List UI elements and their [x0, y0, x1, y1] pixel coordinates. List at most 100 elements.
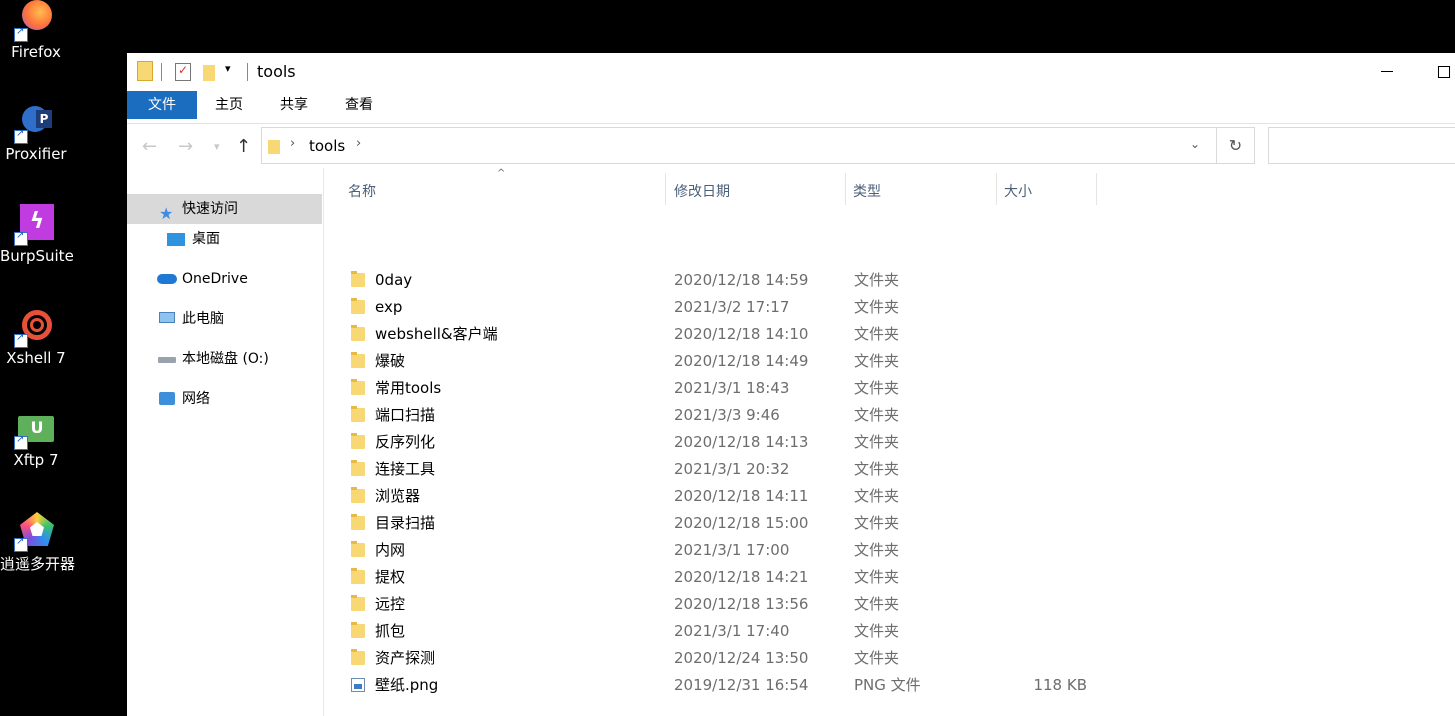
- xshell-icon: [14, 306, 56, 348]
- refresh-button[interactable]: ↻: [1216, 127, 1255, 164]
- file-type: 文件夹: [854, 298, 900, 316]
- explorer-window: ✓ ▾ tools 文件 主页 共享 查看 ← → ▾ ↑ › tools › …: [127, 53, 1455, 716]
- desktop-label-proxifier: Proxifier: [5, 145, 67, 163]
- nav-item-onedrive[interactable]: OneDrive: [127, 264, 322, 294]
- breadcrumb-tools[interactable]: tools: [309, 137, 345, 155]
- file-row[interactable]: 资产探测 2020/12/24 13:50 文件夹: [348, 645, 1098, 672]
- back-arrow-icon[interactable]: ←: [142, 136, 157, 157]
- nav-item-this-pc[interactable]: 此电脑: [127, 304, 322, 334]
- nav-item-network[interactable]: 网络: [127, 384, 322, 414]
- folder-icon: [351, 271, 365, 287]
- folder-icon: [351, 433, 365, 449]
- file-type: 文件夹: [854, 568, 900, 586]
- file-row[interactable]: 端口扫描 2021/3/3 9:46 文件夹: [348, 402, 1098, 429]
- file-row[interactable]: 远控 2020/12/18 13:56 文件夹: [348, 591, 1098, 618]
- divider: [161, 63, 162, 81]
- file-date: 2020/12/18 14:21: [674, 568, 809, 586]
- folder-icon: [351, 352, 365, 368]
- maximize-button[interactable]: [1434, 61, 1454, 81]
- file-date: 2020/12/18 15:00: [674, 514, 809, 532]
- file-type: 文件夹: [854, 325, 900, 343]
- file-name: 壁纸.png: [375, 676, 439, 694]
- breadcrumb-separator-icon[interactable]: ›: [356, 136, 361, 151]
- recent-locations-chevron-icon[interactable]: ▾: [214, 140, 220, 153]
- column-header-type[interactable]: 类型: [853, 181, 881, 201]
- nav-item-label: 本地磁盘 (O:): [182, 351, 269, 367]
- file-date: 2020/12/18 14:11: [674, 487, 809, 505]
- up-arrow-icon[interactable]: ↑: [236, 136, 251, 157]
- desktop-shortcut-xiaoyao[interactable]: 逍遥多开器: [0, 510, 75, 574]
- file-date: 2021/3/2 17:17: [674, 298, 790, 316]
- folder-icon: [351, 649, 365, 665]
- nav-item-desktop[interactable]: 桌面: [127, 224, 322, 254]
- file-name: 目录扫描: [375, 514, 436, 532]
- quick-access-dropdown-icon[interactable]: ▾: [225, 62, 231, 84]
- file-date: 2020/12/18 14:59: [674, 271, 809, 289]
- file-type: 文件夹: [854, 460, 900, 478]
- file-type: 文件夹: [854, 352, 900, 370]
- desktop-shortcut-firefox[interactable]: Firefox: [0, 0, 72, 61]
- desktop-label-firefox: Firefox: [11, 43, 61, 61]
- desktop-shortcut-xshell[interactable]: Xshell 7: [0, 306, 72, 367]
- desktop-label-xftp: Xftp 7: [13, 451, 59, 469]
- nav-item-local-disk[interactable]: 本地磁盘 (O:): [127, 344, 322, 374]
- divider: [247, 63, 248, 81]
- column-divider[interactable]: [996, 173, 997, 205]
- properties-icon[interactable]: ✓: [175, 63, 191, 81]
- file-row[interactable]: 反序列化 2020/12/18 14:13 文件夹: [348, 429, 1098, 456]
- file-name: 资产探测: [375, 649, 436, 667]
- proxifier-icon: P: [14, 102, 56, 144]
- desktop-shortcut-xftp[interactable]: U Xftp 7: [0, 408, 72, 469]
- search-input[interactable]: [1268, 127, 1455, 164]
- minimize-button[interactable]: [1377, 61, 1397, 81]
- file-name: 常用tools: [375, 379, 442, 397]
- new-folder-icon[interactable]: [203, 65, 215, 81]
- file-type: 文件夹: [854, 406, 900, 424]
- file-row[interactable]: 目录扫描 2020/12/18 15:00 文件夹: [348, 510, 1098, 537]
- title-bar[interactable]: ✓ ▾ tools: [127, 53, 1455, 91]
- tab-home[interactable]: 主页: [207, 91, 251, 119]
- file-name: 0day: [375, 271, 413, 289]
- file-name: 端口扫描: [375, 406, 436, 424]
- desktop-shortcut-proxifier[interactable]: P Proxifier: [0, 102, 72, 163]
- desktop-shortcut-burpsuite[interactable]: ϟ BurpSuite: [0, 204, 74, 265]
- folder-icon: [137, 61, 153, 81]
- file-size: 118 KB: [1033, 676, 1087, 694]
- file-row[interactable]: 壁纸.png 2019/12/31 16:54 PNG 文件 118 KB: [348, 672, 1098, 699]
- breadcrumb-separator-icon[interactable]: ›: [290, 136, 295, 151]
- file-row[interactable]: 抓包 2021/3/1 17:40 文件夹: [348, 618, 1098, 645]
- file-row[interactable]: 连接工具 2021/3/1 20:32 文件夹: [348, 456, 1098, 483]
- file-date: 2020/12/24 13:50: [674, 649, 809, 667]
- sort-ascending-icon: ^: [497, 168, 506, 179]
- file-type: 文件夹: [854, 433, 900, 451]
- address-bar[interactable]: › tools › ⌄: [261, 127, 1217, 164]
- file-row[interactable]: 提权 2020/12/18 14:21 文件夹: [348, 564, 1098, 591]
- file-row[interactable]: 常用tools 2021/3/1 18:43 文件夹: [348, 375, 1098, 402]
- file-date: 2020/12/18 13:56: [674, 595, 809, 613]
- file-row[interactable]: 0day 2020/12/18 14:59 文件夹: [348, 267, 1098, 294]
- tab-view[interactable]: 查看: [337, 91, 381, 119]
- column-header-date[interactable]: 修改日期: [674, 181, 730, 201]
- desktop-label-burpsuite: BurpSuite: [0, 247, 74, 265]
- file-row[interactable]: 浏览器 2020/12/18 14:11 文件夹: [348, 483, 1098, 510]
- nav-item-quick-access[interactable]: ★ 快速访问: [127, 194, 322, 224]
- forward-arrow-icon[interactable]: →: [178, 136, 193, 157]
- nav-item-label: 此电脑: [182, 311, 224, 327]
- file-name: 提权: [375, 568, 406, 586]
- file-row[interactable]: webshell&客户端 2020/12/18 14:10 文件夹: [348, 321, 1098, 348]
- file-row[interactable]: exp 2021/3/2 17:17 文件夹: [348, 294, 1098, 321]
- nav-item-label: 快速访问: [182, 201, 238, 217]
- tab-file[interactable]: 文件: [127, 91, 197, 119]
- column-divider[interactable]: [665, 173, 666, 205]
- file-type: PNG 文件: [854, 676, 921, 694]
- address-dropdown-chevron-icon[interactable]: ⌄: [1190, 137, 1200, 151]
- file-row[interactable]: 内网 2021/3/1 17:00 文件夹: [348, 537, 1098, 564]
- file-type: 文件夹: [854, 379, 900, 397]
- column-divider[interactable]: [1096, 173, 1097, 205]
- file-row[interactable]: 爆破 2020/12/18 14:49 文件夹: [348, 348, 1098, 375]
- column-divider[interactable]: [845, 173, 846, 205]
- column-header-name[interactable]: 名称: [348, 181, 376, 201]
- tab-share[interactable]: 共享: [272, 91, 316, 119]
- drive-icon: [158, 357, 176, 363]
- column-header-size[interactable]: 大小: [1004, 181, 1032, 201]
